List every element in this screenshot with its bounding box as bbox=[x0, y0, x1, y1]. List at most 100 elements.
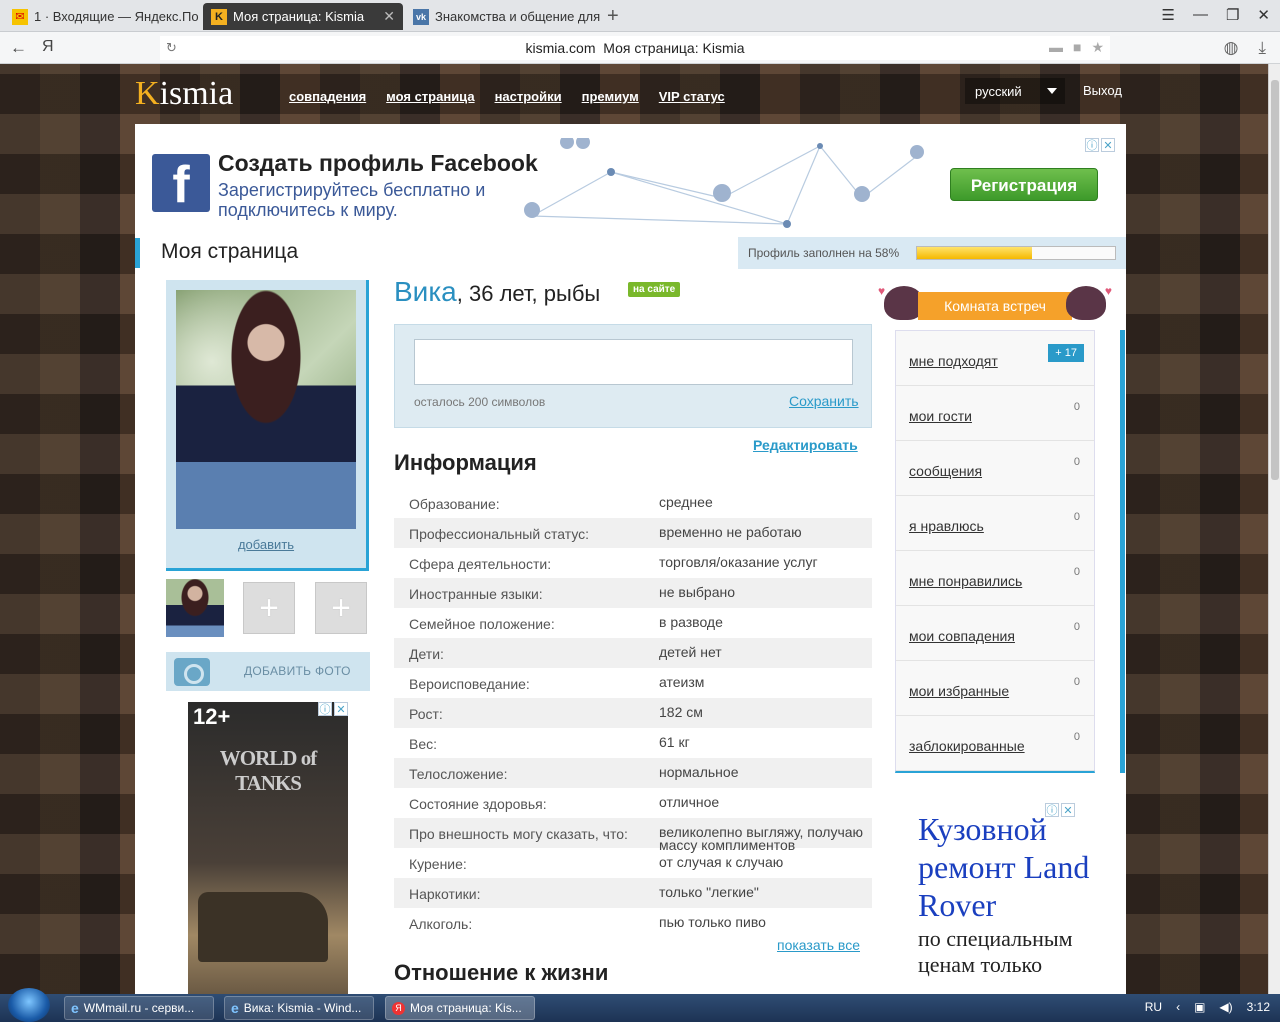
taskbar-item[interactable]: e Вика: Kismia - Wind... bbox=[224, 996, 374, 1020]
info-key: Профессиональный статус: bbox=[409, 526, 590, 542]
age-rating: 12+ bbox=[193, 704, 231, 729]
info-value: 182 см bbox=[659, 704, 703, 720]
nav-matches[interactable]: совпадения bbox=[289, 89, 366, 104]
comment-icon[interactable]: ▬ bbox=[1049, 39, 1063, 56]
sidebar-item-count: 0 bbox=[1073, 731, 1080, 743]
language-select[interactable]: русский bbox=[965, 78, 1065, 104]
tab-vk[interactable]: vk Знакомства и общение для bbox=[405, 3, 600, 30]
sidebar-item[interactable]: мне подходят + 17 bbox=[896, 331, 1094, 386]
sidebar-item-count: 0 bbox=[1073, 401, 1080, 413]
sidebar-item-label[interactable]: мои гости bbox=[909, 408, 972, 424]
info-value: отличное bbox=[659, 794, 720, 810]
add-photo-link[interactable]: добавить bbox=[166, 537, 366, 552]
sidebar-item-label[interactable]: мои избранные bbox=[909, 683, 1009, 699]
ie-icon: e bbox=[231, 1000, 239, 1016]
sidebar-item-label[interactable]: я нравлюсь bbox=[909, 518, 984, 534]
address-field[interactable]: ↻ kismia.com Моя страница: Kismia ▬ ■ ★ bbox=[160, 36, 1110, 60]
empty-photo-slot[interactable]: + bbox=[243, 582, 295, 634]
sidebar-item-label[interactable]: мне подходят bbox=[909, 353, 998, 369]
add-photo-button[interactable]: ДОБАВИТЬ ФОТО bbox=[166, 652, 370, 691]
sidebar-item-label[interactable]: мои совпадения bbox=[909, 628, 1015, 644]
close-tab-icon[interactable]: ✕ bbox=[375, 8, 395, 25]
status-save-link[interactable]: Сохранить bbox=[789, 393, 859, 409]
chars-left: осталось 200 символов bbox=[414, 395, 546, 409]
sidebar-item[interactable]: мои избранные 0 bbox=[896, 661, 1094, 716]
sidebar-item-label[interactable]: мне понравились bbox=[909, 573, 1022, 589]
empty-photo-slot[interactable]: + bbox=[315, 582, 367, 634]
info-key: Состояние здоровья: bbox=[409, 796, 547, 812]
ad-controls[interactable]: ⓘ ✕ bbox=[1085, 138, 1115, 152]
back-arrow-icon[interactable]: ← bbox=[10, 38, 27, 58]
online-badge: на сайте bbox=[628, 282, 681, 297]
fb-register-button[interactable]: Регистрация bbox=[950, 168, 1098, 201]
tray-arrow-icon[interactable]: ‹ bbox=[1176, 1000, 1180, 1014]
meeting-room-banner[interactable]: ♥ Комната встреч ♥ bbox=[878, 284, 1112, 324]
profile-photo[interactable] bbox=[176, 290, 356, 529]
lock-icon[interactable]: ■ bbox=[1073, 39, 1081, 56]
info-row: Телосложение: нормальное bbox=[394, 758, 872, 788]
nav-my-page[interactable]: моя страница bbox=[386, 89, 474, 104]
tab-yandex-mail[interactable]: ✉ 1 · Входящие — Яндекс.По bbox=[4, 3, 200, 30]
photo-thumbnail[interactable] bbox=[166, 579, 224, 637]
ad-controls[interactable]: ⓘ ✕ bbox=[318, 702, 348, 716]
sidebar-item[interactable]: мои совпадения 0 bbox=[896, 606, 1094, 661]
tab-kismia[interactable]: K Моя страница: Kismia ✕ bbox=[203, 3, 403, 30]
taskbar-item[interactable]: e WMmail.ru - серви... bbox=[64, 996, 214, 1020]
sidebar-item[interactable]: мои гости 0 bbox=[896, 386, 1094, 441]
sidebar-item-count: + 17 bbox=[1048, 344, 1084, 362]
reload-icon[interactable]: ↻ bbox=[166, 40, 177, 56]
sidebar-item[interactable]: я нравлюсь 0 bbox=[896, 496, 1094, 551]
info-icon: ⓘ bbox=[1085, 138, 1099, 152]
info-row: Наркотики: только "легкие" bbox=[394, 878, 872, 908]
language-indicator[interactable]: RU bbox=[1145, 1000, 1162, 1014]
sidebar-item-count: 0 bbox=[1073, 566, 1080, 578]
kismia-logo[interactable]: Kismia bbox=[135, 75, 233, 113]
page-scrollbar[interactable] bbox=[1268, 64, 1280, 994]
info-row: Семейное положение: в разводе bbox=[394, 608, 872, 638]
new-tab-button[interactable]: + bbox=[607, 5, 619, 28]
network-illustration-icon bbox=[524, 138, 924, 228]
sidebar-item-label[interactable]: сообщения bbox=[909, 463, 982, 479]
nav-premium[interactable]: премиум bbox=[582, 89, 639, 104]
sidebar-item[interactable]: мне понравились 0 bbox=[896, 551, 1094, 606]
close-window-icon[interactable]: ✕ bbox=[1257, 6, 1270, 24]
info-value: временно не работаю bbox=[659, 524, 802, 540]
show-all-link[interactable]: показать все bbox=[777, 937, 860, 953]
facebook-logo-icon: f bbox=[152, 154, 210, 214]
minimize-icon[interactable]: — bbox=[1193, 6, 1208, 24]
volume-icon[interactable]: ◀) bbox=[1219, 1000, 1232, 1014]
status-input[interactable] bbox=[414, 339, 853, 385]
tank-image bbox=[198, 892, 328, 962]
sidebar-item-label[interactable]: заблокированные bbox=[909, 738, 1025, 754]
info-row: Курение: от случая к случаю bbox=[394, 848, 872, 878]
facebook-ad[interactable]: f Создать профиль Facebook Зарегистрируй… bbox=[152, 138, 1117, 230]
start-button[interactable] bbox=[8, 988, 50, 1022]
sidebar-item[interactable]: заблокированные 0 bbox=[896, 716, 1094, 771]
clock[interactable]: 3:12 bbox=[1247, 1000, 1270, 1014]
wot-logo: WORLD of TANKS bbox=[219, 746, 317, 795]
star-icon[interactable]: ★ bbox=[1091, 39, 1104, 56]
info-row: Иностранные языки: не выбрано bbox=[394, 578, 872, 608]
globe-icon[interactable]: ◍ bbox=[1224, 38, 1239, 58]
menu-icon[interactable]: ☰ bbox=[1162, 6, 1175, 24]
close-icon: ✕ bbox=[1101, 138, 1115, 152]
nav-settings[interactable]: настройки bbox=[495, 89, 562, 104]
logout-link[interactable]: Выход bbox=[1083, 83, 1122, 98]
network-icon[interactable]: ▣ bbox=[1194, 1000, 1205, 1014]
download-icon[interactable]: ⤓ bbox=[1258, 38, 1266, 58]
land-rover-ad[interactable]: Кузовной ремонт Land Rover по специальны… bbox=[918, 810, 1098, 994]
edit-info-link[interactable]: Редактировать bbox=[753, 437, 858, 453]
world-of-tanks-ad[interactable]: 12+ WORLD of TANKS bbox=[188, 702, 348, 994]
sidebar-item[interactable]: сообщения 0 bbox=[896, 441, 1094, 496]
camera-icon bbox=[174, 658, 210, 686]
info-key: Курение: bbox=[409, 856, 467, 872]
nav-vip[interactable]: VIP статус bbox=[659, 89, 725, 104]
ad-controls[interactable]: ⓘ ✕ bbox=[1045, 803, 1075, 817]
taskbar-item[interactable]: Я Моя страница: Kis... bbox=[385, 996, 535, 1020]
info-key: Про внешность могу сказать, что: bbox=[409, 826, 628, 842]
plus-icon: + bbox=[331, 588, 351, 627]
info-row: Дети: детей нет bbox=[394, 638, 872, 668]
yandex-y-icon[interactable]: Я bbox=[42, 38, 54, 56]
info-value: от случая к случаю bbox=[659, 854, 784, 870]
restore-icon[interactable]: ❐ bbox=[1226, 6, 1239, 24]
